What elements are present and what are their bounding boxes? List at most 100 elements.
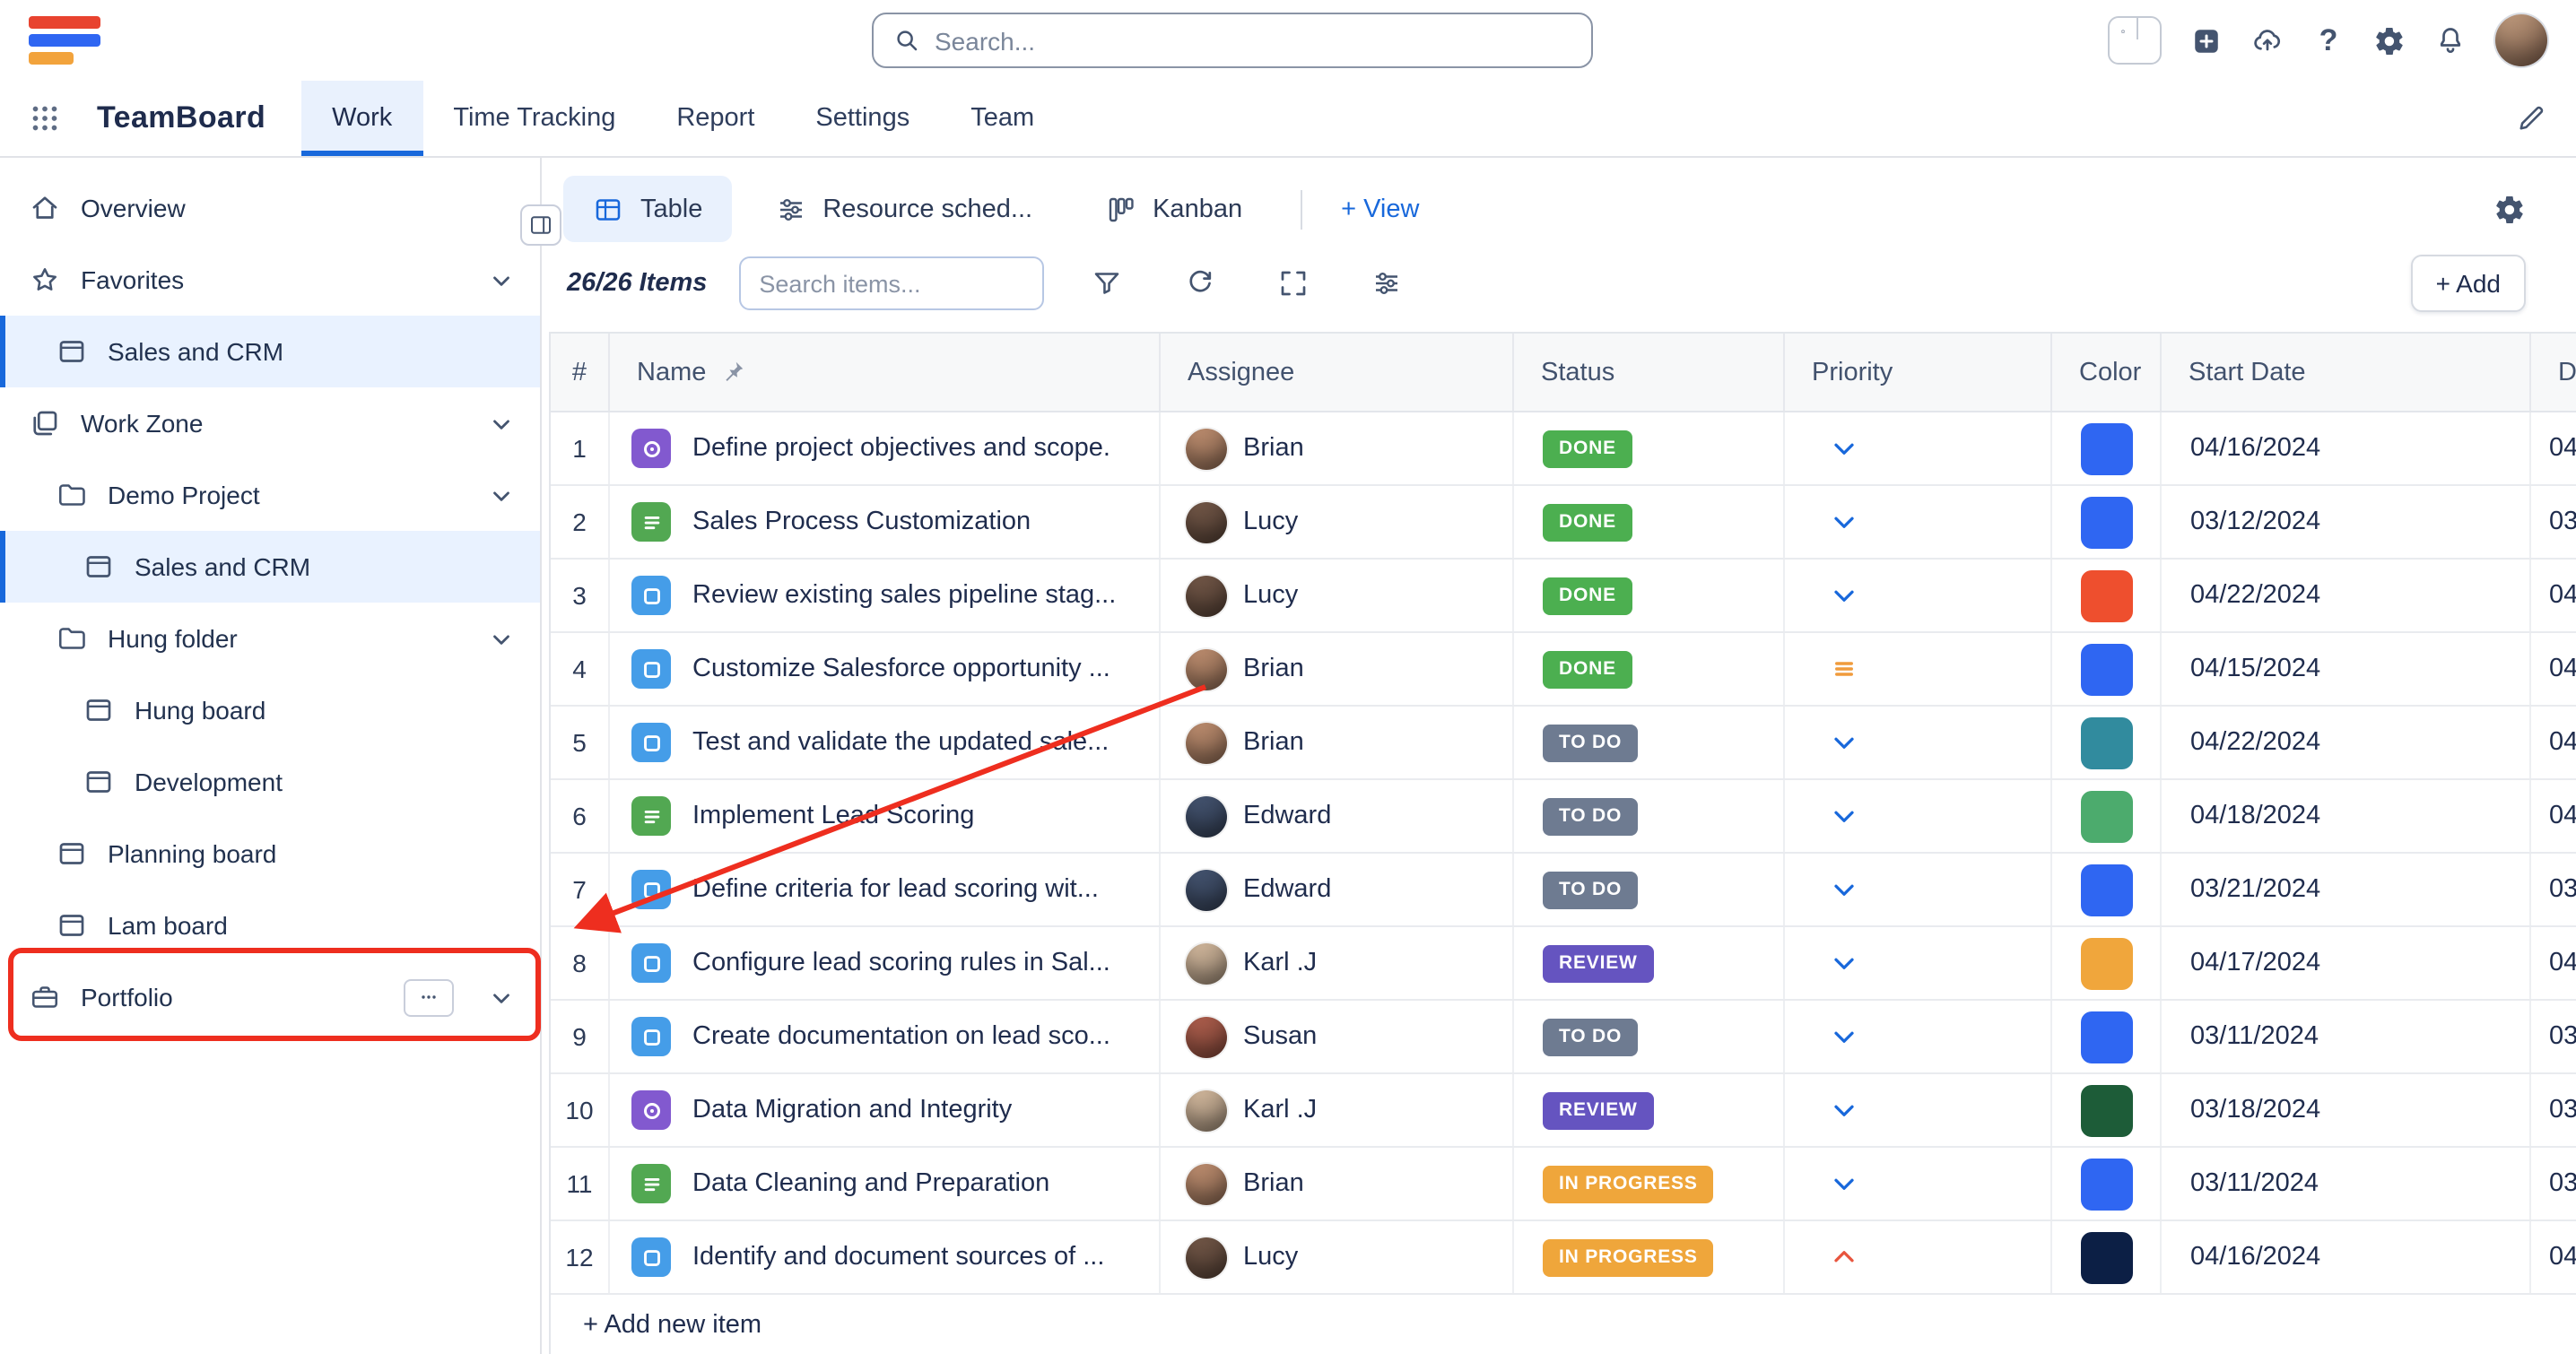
color-swatch[interactable] xyxy=(2080,569,2132,621)
global-search[interactable] xyxy=(872,13,1593,68)
name-cell[interactable]: Data Cleaning and Preparation xyxy=(610,1148,1161,1219)
column-settings-button[interactable] xyxy=(1356,256,1417,310)
table-row[interactable]: 11Data Cleaning and PreparationBrianIN P… xyxy=(551,1148,2576,1221)
due-date-cell[interactable]: 04 xyxy=(2531,780,2576,852)
color-swatch[interactable] xyxy=(2080,1011,2132,1063)
assignee-cell[interactable]: Brian xyxy=(1161,707,1514,778)
sidebar-item-sales-and-crm[interactable]: Sales and CRM xyxy=(0,531,540,603)
due-date-cell[interactable]: 04 xyxy=(2531,560,2576,631)
assignee-cell[interactable]: Karl .J xyxy=(1161,1074,1514,1146)
name-cell[interactable]: Sales Process Customization xyxy=(610,486,1161,558)
assignee-cell[interactable]: Lucy xyxy=(1161,1221,1514,1293)
color-swatch[interactable] xyxy=(2080,422,2132,474)
start-date-cell[interactable]: 03/12/2024 xyxy=(2162,486,2531,558)
table-row[interactable]: 10Data Migration and IntegrityKarl .JREV… xyxy=(551,1074,2576,1148)
start-date-cell[interactable]: 04/22/2024 xyxy=(2162,560,2531,631)
notifications-button[interactable] xyxy=(2434,24,2467,56)
start-date-cell[interactable]: 03/11/2024 xyxy=(2162,1001,2531,1072)
name-cell[interactable]: Define project objectives and scope. xyxy=(610,412,1161,484)
sidebar-item-sales-and-crm[interactable]: Sales and CRM xyxy=(0,316,540,387)
sidebar-item-work-zone[interactable]: Work Zone xyxy=(0,387,540,459)
status-badge[interactable]: DONE xyxy=(1543,430,1632,467)
sidebar-item-demo-project[interactable]: Demo Project xyxy=(0,459,540,531)
name-cell[interactable]: Data Migration and Integrity xyxy=(610,1074,1161,1146)
start-date-cell[interactable]: 04/18/2024 xyxy=(2162,780,2531,852)
priority-down-button[interactable] xyxy=(1828,579,1860,612)
status-badge[interactable]: TO DO xyxy=(1543,797,1638,835)
sidebar-item-overview[interactable]: Overview xyxy=(0,172,540,244)
priority-down-button[interactable] xyxy=(1828,1094,1860,1126)
favorites-split-button[interactable] xyxy=(2108,16,2162,65)
assignee-cell[interactable]: Karl .J xyxy=(1161,927,1514,999)
due-date-cell[interactable]: 04 xyxy=(2531,927,2576,999)
priority-down-button[interactable] xyxy=(1828,506,1860,538)
priority-down-button[interactable] xyxy=(1828,800,1860,832)
start-date-cell[interactable]: 04/16/2024 xyxy=(2162,1221,2531,1293)
name-cell[interactable]: Customize Salesforce opportunity ... xyxy=(610,633,1161,705)
due-date-cell[interactable]: 04 xyxy=(2531,1221,2576,1293)
assignee-cell[interactable]: Brian xyxy=(1161,412,1514,484)
table-row[interactable]: 12Identify and document sources of ...Lu… xyxy=(551,1221,2576,1295)
status-badge[interactable]: TO DO xyxy=(1543,724,1638,761)
edit-button[interactable] xyxy=(2515,102,2547,135)
status-badge[interactable]: DONE xyxy=(1543,650,1632,688)
color-swatch[interactable] xyxy=(2080,496,2132,548)
start-date-cell[interactable]: 03/11/2024 xyxy=(2162,1148,2531,1219)
table-row[interactable]: 6Implement Lead ScoringEdwardTO DO04/18/… xyxy=(551,780,2576,854)
user-avatar[interactable] xyxy=(2495,14,2547,66)
priority-down-button[interactable] xyxy=(1828,1020,1860,1053)
sidebar-collapse-button[interactable] xyxy=(520,204,561,246)
color-swatch[interactable] xyxy=(2080,1084,2132,1136)
chevron-down-icon[interactable] xyxy=(488,984,515,1011)
chevron-down-icon[interactable] xyxy=(488,266,515,293)
favorites-dropdown-icon[interactable] xyxy=(2137,18,2160,39)
items-search-input[interactable] xyxy=(759,270,1024,297)
priority-up-button[interactable] xyxy=(1828,1241,1860,1273)
sidebar-item-hung-board[interactable]: Hung board xyxy=(0,674,540,746)
quick-add-button[interactable] xyxy=(2190,24,2223,56)
color-swatch[interactable] xyxy=(2080,1158,2132,1210)
add-new-item-row[interactable]: + Add new item xyxy=(551,1295,2576,1354)
add-view-button[interactable]: + View xyxy=(1330,195,1430,223)
assignee-cell[interactable]: Brian xyxy=(1161,1148,1514,1219)
sidebar-item-development[interactable]: Development xyxy=(0,746,540,818)
view-tab-table[interactable]: Table xyxy=(563,176,731,242)
global-search-input[interactable] xyxy=(935,26,1571,55)
view-tab-resource-sched[interactable]: Resource sched... xyxy=(745,176,1061,242)
table-row[interactable]: 2Sales Process CustomizationLucyDONE03/1… xyxy=(551,486,2576,560)
color-swatch[interactable] xyxy=(2080,643,2132,695)
start-date-cell[interactable]: 03/21/2024 xyxy=(2162,854,2531,925)
view-tab-kanban[interactable]: Kanban xyxy=(1075,176,1271,242)
due-date-cell[interactable]: 04 xyxy=(2531,707,2576,778)
assignee-cell[interactable]: Brian xyxy=(1161,633,1514,705)
assignee-cell[interactable]: Susan xyxy=(1161,1001,1514,1072)
priority-down-button[interactable] xyxy=(1828,432,1860,464)
status-badge[interactable]: DONE xyxy=(1543,577,1632,614)
fullscreen-button[interactable] xyxy=(1263,256,1324,310)
nav-tab-report[interactable]: Report xyxy=(646,81,785,156)
nav-tab-time-tracking[interactable]: Time Tracking xyxy=(422,81,646,156)
priority-medium-button[interactable] xyxy=(1828,653,1860,685)
color-swatch[interactable] xyxy=(2080,790,2132,842)
color-swatch[interactable] xyxy=(2080,716,2132,768)
nav-tab-work[interactable]: Work xyxy=(301,81,422,156)
assignee-cell[interactable]: Edward xyxy=(1161,854,1514,925)
start-date-cell[interactable]: 03/18/2024 xyxy=(2162,1074,2531,1146)
start-date-cell[interactable]: 04/15/2024 xyxy=(2162,633,2531,705)
table-row[interactable]: 1Define project objectives and scope.Bri… xyxy=(551,412,2576,486)
pin-icon[interactable] xyxy=(718,359,745,386)
nav-tab-settings[interactable]: Settings xyxy=(785,81,940,156)
refresh-button[interactable] xyxy=(1170,256,1231,310)
due-date-cell[interactable]: 03 xyxy=(2531,1074,2576,1146)
help-button[interactable]: ? xyxy=(2312,24,2345,56)
status-badge[interactable]: TO DO xyxy=(1543,871,1638,908)
apps-grid-icon[interactable] xyxy=(29,102,61,135)
chevron-down-icon[interactable] xyxy=(488,625,515,652)
assignee-cell[interactable]: Edward xyxy=(1161,780,1514,852)
sidebar-item-favorites[interactable]: Favorites xyxy=(0,244,540,316)
priority-down-button[interactable] xyxy=(1828,873,1860,906)
add-item-button[interactable]: + Add xyxy=(2411,255,2526,312)
color-swatch[interactable] xyxy=(2080,864,2132,916)
priority-down-button[interactable] xyxy=(1828,1167,1860,1200)
due-date-cell[interactable]: 03 xyxy=(2531,1001,2576,1072)
